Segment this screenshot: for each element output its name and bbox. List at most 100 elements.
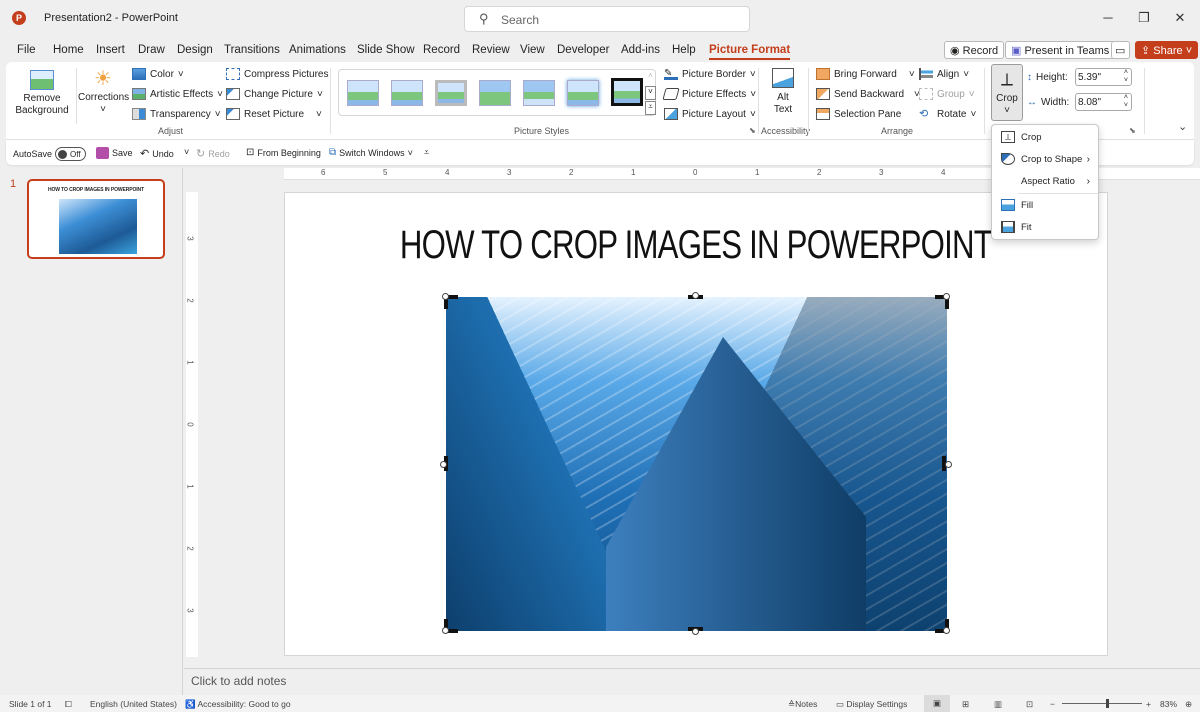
picture-style-1[interactable] [347,80,379,106]
picture-styles-gallery[interactable]: ˄ ˅ ⩡ [338,69,656,116]
zoom-slider[interactable] [1062,703,1142,704]
close-button[interactable]: ✕ [1170,10,1190,28]
transparency-button[interactable]: Transparency ˅ [132,108,221,120]
slide-show-button[interactable]: ⊡ [1026,699,1033,710]
resize-handle[interactable] [692,628,699,635]
picture-style-7[interactable] [611,78,643,106]
compress-pictures-button[interactable]: Compress Pictures [226,68,328,80]
tab-record[interactable]: Record [423,44,460,56]
align-button[interactable]: Align ˅ [919,68,969,80]
artistic-effects-button[interactable]: Artistic Effects ˅ [132,88,223,100]
picture-style-2[interactable] [391,80,423,106]
tab-file[interactable]: File [17,44,36,56]
normal-view-button[interactable]: ▣ [924,695,950,712]
picture-effects-button[interactable]: Picture Effects ˅ [662,88,756,100]
share-button[interactable]: ⇪ Share ˅ [1135,41,1199,59]
resize-handle[interactable] [442,293,449,300]
spell-check-icon[interactable]: ⧠ [65,699,72,710]
skyscraper-image[interactable] [446,297,947,631]
undo-button[interactable]: ↶ Undo [140,147,174,160]
switch-windows-button[interactable]: ⧉ Switch Windows ˅ [329,147,413,158]
picture-style-4[interactable] [479,80,511,106]
rotate-button[interactable]: ⟲ Rotate ˅ [919,108,976,120]
send-backward-button[interactable]: Send Backward ˅ [816,88,920,100]
menu-item-crop[interactable]: ⟂ Crop [992,127,1098,147]
alt-text-button[interactable]: Alt Text [766,68,800,116]
save-button[interactable]: Save [96,147,133,159]
notes-pane[interactable]: Click to add notes [184,668,1200,695]
group-button[interactable]: Group ˅ [919,88,975,100]
tab-picture-format[interactable]: Picture Format [709,44,791,60]
resize-handle[interactable] [945,461,952,468]
tab-design[interactable]: Design [177,44,213,56]
present-in-teams-button[interactable]: ▣ Present in Teams [1005,41,1116,59]
comments-button[interactable]: ▭ [1111,41,1130,59]
collapse-ribbon-icon[interactable]: ⌄ [1178,120,1187,133]
resize-handle[interactable] [943,627,950,634]
fit-to-window-icon[interactable]: ⊕ [1185,699,1192,710]
zoom-out-button[interactable]: − [1050,699,1055,709]
menu-item-fill[interactable]: Fill [992,195,1098,215]
search-input[interactable]: ⚲ Search [464,6,750,32]
width-spinner[interactable]: ˄ ˅ [1124,94,1128,110]
menu-item-fit[interactable]: Fit [992,217,1098,237]
tab-insert[interactable]: Insert [96,44,125,56]
gallery-scroll-down[interactable]: ˅ [645,86,656,100]
tab-animations[interactable]: Animations [289,44,346,56]
picture-style-6[interactable] [567,80,599,106]
customize-qat-button[interactable]: ⩡ [424,147,429,158]
crop-button[interactable]: ⟂ Crop ˅ [991,64,1023,121]
tab-developer[interactable]: Developer [557,44,609,56]
slide-thumbnail[interactable]: HOW TO CROP IMAGES IN POWERPOINT [27,179,165,259]
zoom-level[interactable]: 83% [1160,699,1177,709]
picture-layout-button[interactable]: Picture Layout ˅ [664,108,756,120]
tab-transitions[interactable]: Transitions [224,44,280,56]
autosave-toggle[interactable]: Off [55,147,87,161]
change-picture-button[interactable]: Change Picture ˅ [226,88,323,100]
tab-view[interactable]: View [520,44,545,56]
resize-handle[interactable] [692,292,699,299]
undo-dropdown[interactable]: ˅ [184,147,189,157]
selection-pane-button[interactable]: Selection Pane [816,108,901,120]
width-input[interactable]: 8.08" ˄ ˅ [1075,93,1132,111]
pane-divider[interactable] [182,168,183,695]
minimize-button[interactable]: ─ [1098,10,1118,28]
gallery-more-button[interactable]: ⩡ [645,101,656,115]
notes-button[interactable]: ≙Notes [788,699,817,710]
tab-review[interactable]: Review [472,44,510,56]
display-settings-button[interactable]: ▭ Display Settings [836,699,907,710]
slide-sorter-button[interactable]: ⊞ [962,699,969,710]
dialog-launcher-icon[interactable]: ⬊ [749,126,756,135]
record-button[interactable]: ◉ Record [944,41,1005,59]
resize-handle[interactable] [442,627,449,634]
tab-help[interactable]: Help [672,44,696,56]
tab-draw[interactable]: Draw [138,44,165,56]
reading-view-button[interactable]: ▥ [994,699,1002,710]
picture-style-3[interactable] [435,80,467,106]
from-beginning-button[interactable]: ⊡ From Beginning [246,147,321,158]
height-input[interactable]: 5.39" ˄ ˅ [1075,68,1132,86]
reset-picture-button[interactable]: Reset Picture ˅ [226,108,322,120]
height-spinner[interactable]: ˄ ˅ [1124,69,1128,85]
slide-title[interactable]: HOW TO CROP IMAGES IN POWERPOINT [375,223,1016,268]
zoom-slider-thumb[interactable] [1106,699,1109,708]
resize-handle[interactable] [440,461,447,468]
slide-canvas[interactable]: HOW TO CROP IMAGES IN POWERPOINT [284,192,1108,656]
corrections-button[interactable]: ☀ Corrections ˅ [78,68,129,116]
menu-item-crop-to-shape[interactable]: Crop to Shape › [992,149,1098,169]
tab-home[interactable]: Home [53,44,84,56]
resize-handle[interactable] [943,293,950,300]
language-indicator[interactable]: English (United States) [90,699,177,709]
menu-item-aspect-ratio[interactable]: Aspect Ratio › [992,171,1098,191]
gallery-scroll-up[interactable]: ˄ [645,71,656,80]
size-dialog-launcher-icon[interactable]: ⬊ [1129,126,1136,135]
tab-slide-show[interactable]: Slide Show [357,44,415,56]
color-button[interactable]: Color ˅ [132,68,184,80]
zoom-in-button[interactable]: + [1146,699,1151,709]
picture-style-5[interactable] [523,80,555,106]
remove-background-button[interactable]: Remove Background [14,70,70,117]
accessibility-status[interactable]: ♿ Accessibility: Good to go [185,699,291,710]
picture-border-button[interactable]: ✎ Picture Border ˅ [664,68,756,80]
restore-button[interactable]: ❐ [1134,10,1154,28]
redo-button[interactable]: ↻ Redo [196,147,230,160]
